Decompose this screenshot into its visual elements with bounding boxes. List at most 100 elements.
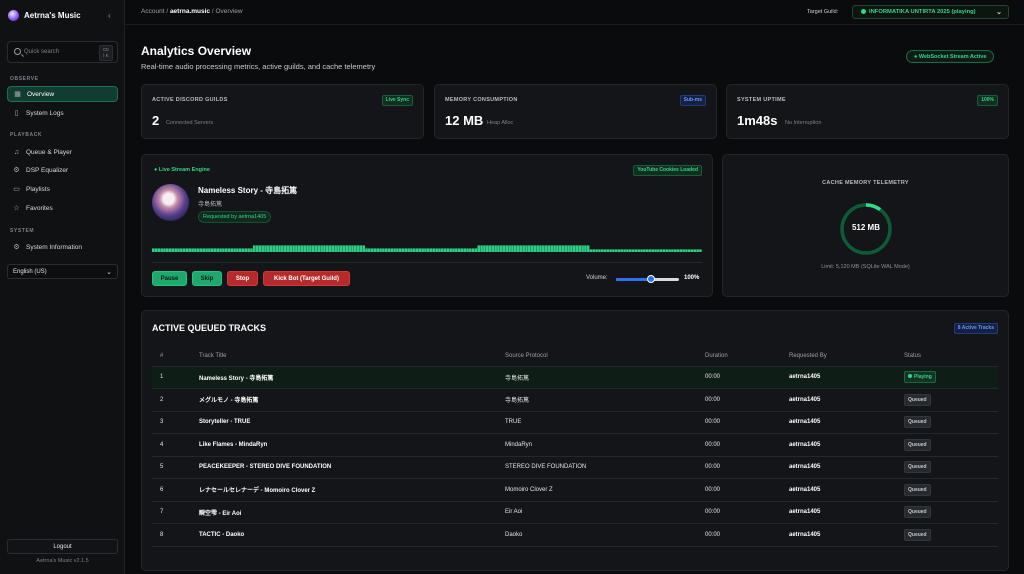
language-select[interactable]: English (US) ⌄ bbox=[7, 264, 118, 279]
table-row[interactable]: 5 PEACEKEEPER - STEREO DIVE FOUNDATION STE… bbox=[152, 456, 998, 479]
waveform-bar bbox=[281, 245, 284, 252]
waveform-bar bbox=[286, 245, 290, 252]
waveform-bar bbox=[258, 245, 262, 252]
source-protocol: 寺島拓篤 bbox=[505, 366, 705, 389]
sidebar-item-overview[interactable]: ▦ Overview bbox=[7, 86, 118, 102]
track-title: Like Flames - MindaRyn bbox=[199, 433, 505, 457]
waveform[interactable] bbox=[152, 240, 702, 252]
volume-fill bbox=[616, 278, 651, 281]
table-row[interactable]: 3 Storyteller - TRUE TRUE 00:00 aetrna1405 Qu… bbox=[152, 411, 998, 434]
status-cell: Queued bbox=[904, 411, 998, 434]
requested-by-cell: aetrna1405 bbox=[789, 433, 904, 457]
waveform-bar bbox=[606, 249, 610, 252]
waveform-bar bbox=[516, 245, 520, 252]
sidebar-item-label: DSP Equalizer bbox=[26, 166, 69, 174]
table-row[interactable]: 6 レナセールセレナーデ - Momoiro Clover Z Momoiro Cl… bbox=[152, 478, 998, 502]
volume-slider[interactable] bbox=[616, 275, 679, 283]
waveform-bar bbox=[696, 249, 699, 252]
waveform-bar bbox=[424, 248, 427, 252]
column-header: Track Title bbox=[199, 346, 505, 367]
table-row[interactable]: 2 メグルモノ - 寺島拓篤 寺島拓篤 00:00 aetrna1405 Queued bbox=[152, 388, 998, 412]
column-header: # bbox=[152, 346, 199, 367]
stat-value: 12 MB bbox=[445, 113, 484, 128]
waveform-bar bbox=[166, 248, 169, 252]
source-protocol: TRUE bbox=[505, 411, 705, 434]
waveform-bar bbox=[199, 248, 203, 252]
waveform-bar bbox=[328, 245, 332, 252]
app-version: Aetrna's Music v2.1.5 bbox=[36, 558, 89, 564]
logout-button[interactable]: Logout bbox=[7, 539, 118, 554]
waveform-bar bbox=[303, 245, 307, 252]
table-row[interactable]: 8 TACTIC - Daoko Daoko 00:00 aetrna1405 Queue… bbox=[152, 523, 998, 547]
waveform-bar bbox=[342, 245, 346, 252]
status-cell: Queued bbox=[904, 456, 998, 479]
waveform-bar bbox=[617, 249, 621, 252]
brand[interactable]: Aetrna's Music bbox=[8, 10, 81, 21]
waveform-bar bbox=[530, 245, 534, 252]
stat-label: SYSTEM UPTIME bbox=[737, 97, 786, 103]
breadcrumb-account[interactable]: Account bbox=[141, 8, 165, 15]
sidebar-item-favorites[interactable]: ☆ Favorites bbox=[7, 200, 118, 216]
sidebar-item-playlists[interactable]: ▭ Playlists bbox=[7, 181, 118, 197]
table-header: # Track Title Source Protocol Duration R… bbox=[152, 346, 998, 367]
waveform-bar bbox=[620, 249, 624, 252]
waveform-bar bbox=[152, 248, 155, 252]
stop-button[interactable]: Stop bbox=[227, 271, 258, 286]
queue-count-badge: 8 Active Tracks bbox=[953, 323, 998, 334]
pause-button[interactable]: Pause bbox=[152, 271, 187, 286]
sidebar-item-dsp-equalizer[interactable]: ⚙ DSP Equalizer bbox=[7, 162, 118, 178]
waveform-bar bbox=[499, 245, 503, 252]
waveform-bar bbox=[325, 245, 329, 252]
table-row[interactable]: 1 Nameless Story - 寺島拓篤 寺島拓篤 00:00 aetrna140… bbox=[152, 366, 998, 389]
skip-button[interactable]: Skip bbox=[192, 271, 222, 286]
sidebar-item-queue-player[interactable]: ♫ Queue & Player bbox=[7, 144, 118, 160]
waveform-bar bbox=[657, 249, 660, 252]
source-protocol: 寺島拓篤 bbox=[505, 388, 705, 412]
waveform-bar bbox=[300, 245, 304, 252]
status-label: Queued bbox=[908, 531, 927, 538]
chevron-down-icon: ⌄ bbox=[106, 269, 112, 276]
language-value: English (US) bbox=[13, 269, 47, 275]
waveform-bar bbox=[236, 248, 239, 252]
search-input[interactable]: Quick search Ctrl K bbox=[7, 41, 118, 63]
table-row[interactable]: 7 瞬空雫 - Eir Aoi Eir Aoi 00:00 aetrna1405 Queu… bbox=[152, 501, 998, 524]
waveform-bar bbox=[561, 245, 565, 252]
waveform-bar bbox=[575, 245, 579, 252]
waveform-bar bbox=[297, 245, 301, 252]
waveform-bar bbox=[222, 248, 225, 252]
waveform-bar bbox=[600, 249, 604, 252]
table-row[interactable]: 4 Like Flames - MindaRyn MindaRyn 00:00 aetr… bbox=[152, 433, 998, 457]
waveform-bar bbox=[558, 245, 562, 252]
track-title: レナセールセレナーデ - Momoiro Clover Z bbox=[199, 478, 505, 502]
waveform-bar bbox=[219, 248, 222, 252]
waveform-bar bbox=[463, 248, 466, 252]
sidebar-item-system-information[interactable]: ⚙ System Information bbox=[7, 239, 118, 255]
waveform-bar bbox=[598, 249, 601, 252]
waveform-bar bbox=[629, 249, 632, 252]
waveform-bar bbox=[351, 245, 354, 252]
volume-handle[interactable] bbox=[646, 275, 655, 283]
target-guild-select[interactable]: INFORMATIKA UNTIRTA 2025 (playing) ⌄ bbox=[852, 5, 1009, 19]
row-number: 1 bbox=[152, 366, 199, 389]
waveform-bar bbox=[188, 248, 191, 252]
waveform-bar bbox=[390, 248, 394, 252]
waveform-bar bbox=[522, 245, 525, 252]
page-subtitle: Real-time audio processing metrics, acti… bbox=[141, 62, 376, 71]
requested-by-cell: aetrna1405 bbox=[789, 478, 904, 502]
kick-bot-button[interactable]: Kick Bot (Target Guild) bbox=[263, 271, 350, 286]
stat-label: MEMORY CONSUMPTION bbox=[445, 97, 518, 103]
waveform-bar bbox=[536, 245, 539, 252]
waveform-bar bbox=[320, 245, 323, 252]
waveform-bar bbox=[690, 249, 694, 252]
status-badge: Queued bbox=[904, 461, 931, 474]
cache-value: 512 MB bbox=[851, 223, 880, 232]
collapse-sidebar-icon[interactable]: ‹ bbox=[108, 11, 111, 20]
search-shortcut: Ctrl K bbox=[99, 45, 113, 61]
waveform-bar bbox=[483, 245, 486, 252]
waveform-bar bbox=[578, 245, 582, 252]
row-number: 2 bbox=[152, 388, 199, 412]
breadcrumb-guild[interactable]: aetrna.music bbox=[170, 8, 210, 15]
waveform-bar bbox=[612, 249, 615, 252]
sidebar-item-system-logs[interactable]: ▯ System Logs bbox=[7, 105, 118, 121]
status-label: Queued bbox=[908, 486, 927, 493]
